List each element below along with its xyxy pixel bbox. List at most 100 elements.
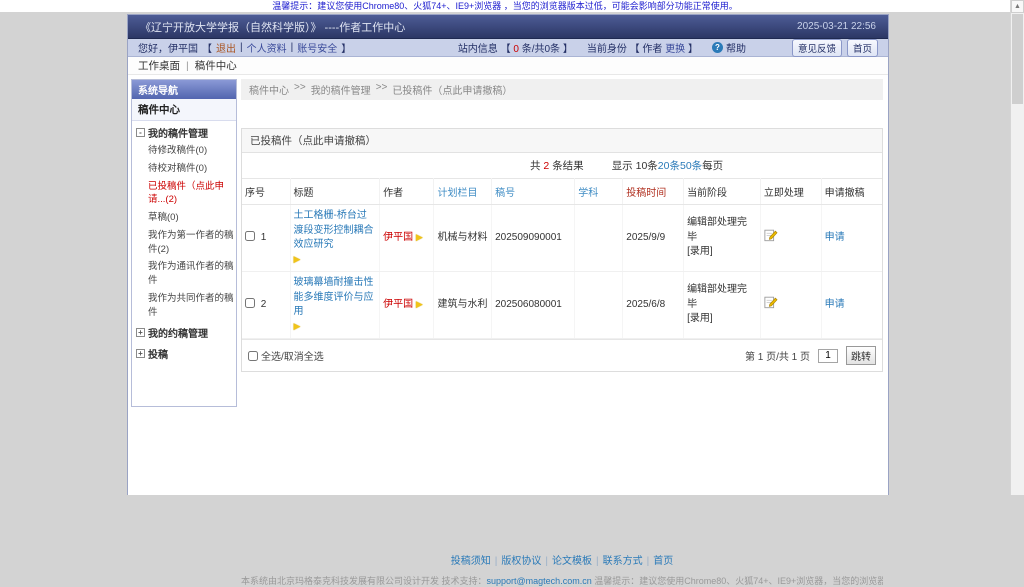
column-header-title: 标题 (290, 179, 380, 205)
results-count-text: 共 2 条结果 (530, 158, 584, 173)
column-header-process-now: 立即处理 (760, 179, 821, 205)
sidebar-item-submitted[interactable]: 已投稿件（点此申请...(2) (132, 178, 236, 210)
expand-icon[interactable]: + (136, 349, 145, 358)
current-stage-value: 编辑部处理完毕 [录用] (684, 205, 761, 272)
table-row: 1 土工格栅-桥台过渡段变形控制耦合效应研究 ▶ 伊平国 ▶ 机械与材料 (242, 205, 882, 272)
sidebar-item-co-author[interactable]: 我作为共同作者的稿件 (132, 290, 236, 322)
column-header-current-stage: 当前阶段 (684, 179, 761, 205)
sidebar-item-pending-revision[interactable]: 待修改稿件(0) (132, 142, 236, 160)
account-security-link[interactable]: 账号安全 (297, 40, 337, 55)
manuscript-title-link[interactable]: 玻璃幕墙耐撞击性能多维度评价与应用 (294, 276, 377, 320)
footer-link-home[interactable]: 首页 (653, 556, 673, 567)
feedback-button[interactable]: 意见反馈 (792, 39, 842, 57)
breadcrumb-separator: >> (294, 82, 306, 97)
sidebar-item-first-author[interactable]: 我作为第一作者的稿件(2) (132, 227, 236, 259)
site-messages-status: 站内信息 【 0 条/共0条 】 (458, 40, 573, 55)
column-header-planned-column[interactable]: 计划栏目 (434, 179, 492, 205)
logout-link[interactable]: 退出 (216, 40, 236, 55)
expand-icon[interactable]: + (136, 328, 145, 337)
breadcrumb-manuscript-center[interactable]: 稿件中心 (249, 82, 289, 97)
footer-link-submission-guide[interactable]: 投稿须知 (451, 556, 491, 567)
sidebar-item-pending-proofread[interactable]: 待校对稿件(0) (132, 160, 236, 178)
help-link[interactable]: ? 帮助 (712, 40, 746, 55)
separator: | (647, 556, 650, 567)
per-page-10[interactable]: 10条 (636, 160, 658, 172)
app-window: 《辽宁开放大学学报（自然科学版）》 ----作者工作中心 2025-03-21 … (127, 14, 889, 495)
separator: | (291, 42, 294, 53)
expand-arrow-icon[interactable]: ▶ (416, 299, 423, 309)
separator: | (495, 556, 498, 567)
expand-arrow-icon[interactable]: ▶ (294, 321, 301, 331)
datetime-display: 2025-03-21 22:56 (797, 21, 876, 32)
breadcrumb-my-manuscripts[interactable]: 我的稿件管理 (311, 82, 371, 97)
subject-value (575, 205, 623, 272)
breadcrumb: 稿件中心 >> 我的稿件管理 >> 已投稿件（点此申请撤稿） (241, 79, 883, 100)
author-name: 伊平国 (383, 299, 413, 310)
column-header-author: 作者 (380, 179, 434, 205)
select-all-checkbox[interactable] (248, 351, 258, 361)
sidebar-item-manuscript-center[interactable]: 稿件中心 (132, 99, 236, 121)
footer-link-copyright-agreement[interactable]: 版权协议 (501, 556, 541, 567)
breadcrumb-current-page: 已投稿件（点此申请撤稿） (392, 82, 512, 97)
scrollbar-thumb[interactable] (1012, 14, 1023, 104)
tab-manuscript-center[interactable]: 稿件中心 (195, 58, 237, 73)
table-footer-row: 全选/取消全选 第 1 页/共 1 页 跳转 (242, 339, 882, 371)
bracket: 【 (202, 40, 212, 55)
role-value: 作者 (642, 44, 662, 55)
page-jump-button[interactable]: 跳转 (846, 346, 876, 365)
sidebar-navigation: 系统导航 稿件中心 - 我的稿件管理 待修改稿件(0) 待校对稿件(0) 已投稿… (131, 79, 237, 407)
per-page-20[interactable]: 20条 (658, 160, 680, 172)
column-header-withdraw: 申请撤稿 (821, 179, 882, 205)
row-checkbox[interactable] (245, 298, 255, 308)
pagination: 第 1 页/共 1 页 跳转 (745, 346, 876, 365)
column-header-submit-date[interactable]: 投稿时间 (623, 179, 684, 205)
per-page-50[interactable]: 50条 (680, 160, 702, 172)
column-header-num: 序号 (242, 179, 290, 205)
per-page-selector: 显示 10条20条50条每页 (612, 158, 723, 173)
planned-column-value: 建筑与水利 (434, 272, 492, 339)
footer-link-paper-template[interactable]: 论文模板 (552, 556, 592, 567)
main-tab-bar: 工作桌面 | 稿件中心 (128, 57, 888, 75)
greeting-text: 您好，伊平国 (138, 40, 198, 55)
column-header-manuscript-no[interactable]: 稿号 (492, 179, 575, 205)
submit-date-value: 2025/6/8 (623, 272, 684, 339)
process-now-icon[interactable] (764, 295, 778, 315)
manuscript-title-link[interactable]: 土工格栅-桥台过渡段变形控制耦合效应研究 (294, 209, 377, 253)
profile-link[interactable]: 个人资料 (247, 40, 287, 55)
author-name: 伊平国 (383, 232, 413, 243)
manuscripts-table: 序号 标题 作者 计划栏目 稿号 学科 投稿时间 当前阶段 立即处理 申请撤稿 (242, 178, 882, 339)
column-header-subject[interactable]: 学科 (575, 179, 623, 205)
current-stage-value: 编辑部处理完毕 [录用] (684, 272, 761, 339)
separator: | (596, 556, 599, 567)
expand-arrow-icon[interactable]: ▶ (416, 232, 423, 242)
collapse-icon[interactable]: - (136, 128, 145, 137)
withdraw-apply-link[interactable]: 申请 (825, 298, 879, 313)
process-now-icon[interactable] (764, 228, 778, 248)
sidebar-group-submit[interactable]: + 投稿 (132, 342, 236, 363)
help-icon[interactable]: ? (712, 42, 723, 53)
bracket: 】 (341, 40, 351, 55)
page-scrollbar[interactable]: ▲ (1010, 0, 1024, 495)
sidebar-item-corresponding-author[interactable]: 我作为通讯作者的稿件 (132, 258, 236, 290)
support-email-link[interactable]: support@magtech.com.cn (487, 576, 592, 586)
sidebar-group-my-invitations[interactable]: + 我的约稿管理 (132, 321, 236, 342)
user-bar: 您好，伊平国 【 退出 | 个人资料 | 账号安全 】 站内信息 【 0 条/共… (128, 39, 888, 57)
row-checkbox[interactable] (245, 231, 255, 241)
home-button[interactable]: 首页 (847, 39, 878, 57)
results-count: 2 (543, 160, 549, 172)
messages-count: 0 (513, 44, 519, 55)
panel-title: 已投稿件（点此申请撤稿） (242, 129, 882, 153)
scrollbar-up-icon[interactable]: ▲ (1011, 0, 1024, 13)
footer-link-contact[interactable]: 联系方式 (603, 556, 643, 567)
page-jump-input[interactable] (818, 349, 838, 363)
sidebar-group-my-manuscripts[interactable]: - 我的稿件管理 (132, 121, 236, 142)
change-role-link[interactable]: 更换 (665, 44, 685, 55)
tab-work-desktop[interactable]: 工作桌面 (138, 58, 180, 73)
subject-value (575, 272, 623, 339)
planned-column-value: 机械与材料 (434, 205, 492, 272)
sidebar-item-drafts[interactable]: 草稿(0) (132, 209, 236, 227)
separator: | (186, 60, 189, 72)
manuscript-no-value: 202506080001 (492, 272, 575, 339)
expand-arrow-icon[interactable]: ▶ (294, 254, 301, 264)
withdraw-apply-link[interactable]: 申请 (825, 231, 879, 246)
